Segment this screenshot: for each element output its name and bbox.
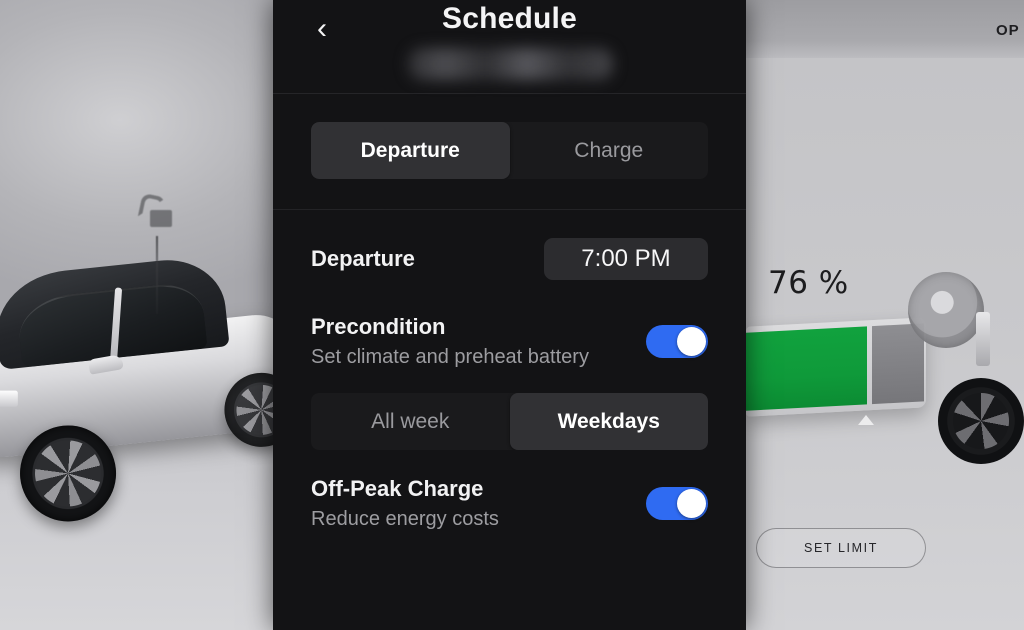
battery-limit-marker <box>858 415 874 425</box>
car-illustration <box>0 241 274 544</box>
off-peak-subtitle: Reduce energy costs <box>311 508 499 530</box>
off-peak-title: Off-Peak Charge <box>311 476 484 501</box>
tab-all-week[interactable]: All week <box>311 393 510 450</box>
background-suspension-strut <box>976 312 990 366</box>
tab-weekdays-label: Weekdays <box>557 409 660 433</box>
background-top-strip <box>746 0 1024 58</box>
tab-charge-label: Charge <box>574 138 644 162</box>
battery-percent-label: 76 % <box>768 265 849 301</box>
departure-label: Departure <box>311 246 415 271</box>
panel-header: ‹ Schedule <box>273 0 746 94</box>
battery-pack-charged-fill <box>746 326 867 411</box>
top-right-label: OP <box>996 22 1020 39</box>
off-peak-row: Off-Peak Charge Reduce energy costs <box>311 468 708 541</box>
set-limit-label: SET LIMIT <box>804 541 878 555</box>
precondition-toggle-knob <box>677 327 706 356</box>
off-peak-toggle-knob <box>677 489 706 518</box>
lock-leader-line <box>156 236 158 314</box>
background-wheel-lower <box>938 378 1024 464</box>
car-headlight <box>0 390 18 407</box>
mode-segmented-control-wrap: Departure Charge <box>273 94 746 210</box>
page-title: Schedule <box>442 2 577 35</box>
background-wheel-upper <box>908 272 984 348</box>
panel-subtitle-redacted <box>408 48 613 80</box>
unlock-icon <box>137 192 184 238</box>
precondition-row: Precondition Set climate and preheat bat… <box>311 308 708 379</box>
set-limit-button[interactable]: SET LIMIT <box>756 528 926 568</box>
precondition-title: Precondition <box>311 314 446 339</box>
precondition-text: Precondition Set climate and preheat bat… <box>311 314 589 369</box>
precondition-toggle[interactable] <box>646 325 708 358</box>
car-image-region <box>0 0 274 630</box>
day-segmented-control-wrap: All week Weekdays <box>311 379 708 468</box>
day-segmented-control[interactable]: All week Weekdays <box>311 393 708 450</box>
battery-pack-empty-fill <box>872 323 924 405</box>
tab-departure-label: Departure <box>360 138 460 162</box>
departure-time-button[interactable]: 7:00 PM <box>544 238 708 280</box>
mode-segmented-control[interactable]: Departure Charge <box>311 122 708 179</box>
tab-weekdays[interactable]: Weekdays <box>509 393 708 450</box>
departure-row: Departure 7:00 PM <box>311 210 708 308</box>
tab-charge[interactable]: Charge <box>510 122 709 179</box>
tab-all-week-label: All week <box>371 409 450 433</box>
unlock-icon-body <box>150 210 172 227</box>
panel-body: Departure 7:00 PM Precondition Set clima… <box>273 210 746 541</box>
tab-departure[interactable]: Departure <box>311 122 510 179</box>
schedule-panel: ‹ Schedule Departure Charge Departure 7:… <box>273 0 746 630</box>
departure-time-value: 7:00 PM <box>581 245 671 272</box>
battery-pack-graphic <box>746 317 926 417</box>
off-peak-toggle[interactable] <box>646 487 708 520</box>
off-peak-text: Off-Peak Charge Reduce energy costs <box>311 476 499 531</box>
screen-root: OP 76 % SET LIMIT ‹ Schedule Departure C… <box>0 0 1024 630</box>
precondition-subtitle: Set climate and preheat battery <box>311 346 589 368</box>
